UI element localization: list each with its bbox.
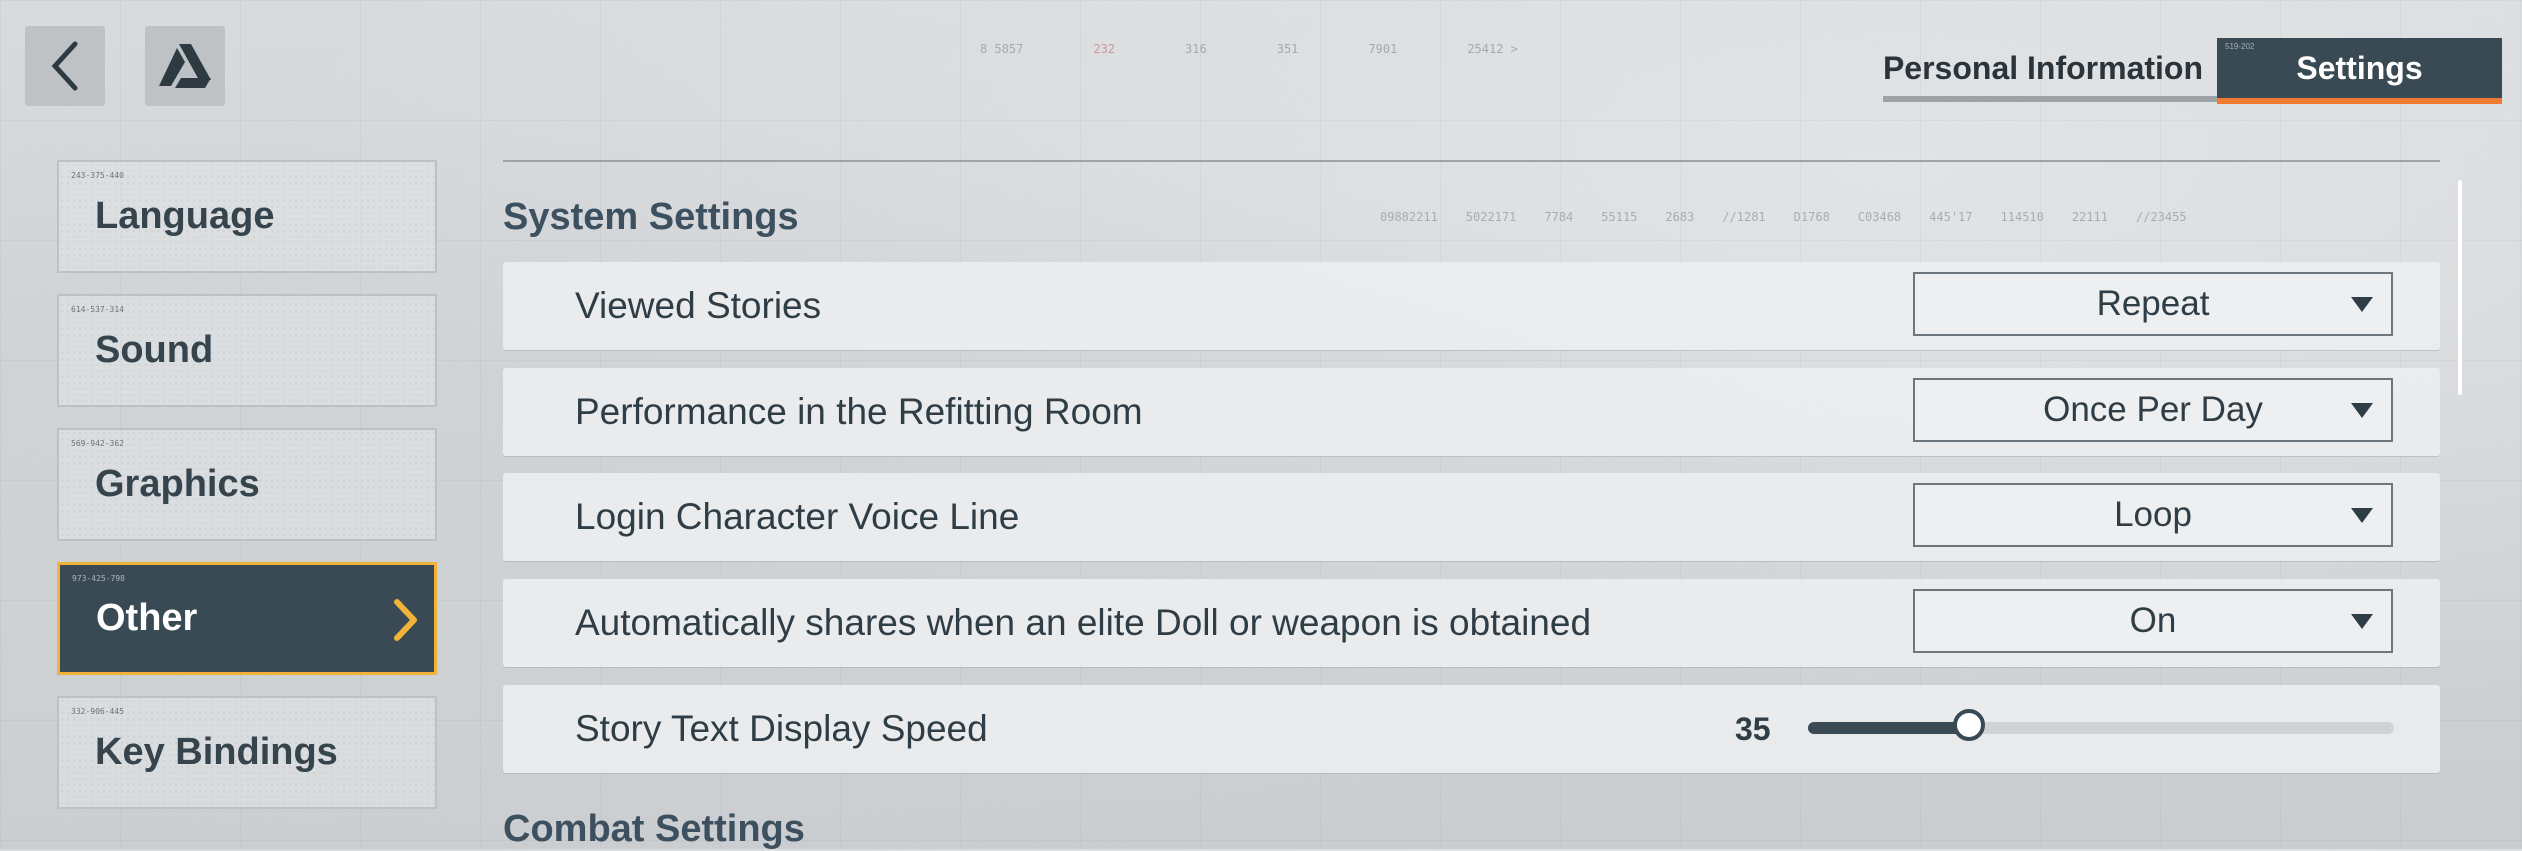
chevron-left-icon <box>51 41 78 91</box>
sidebar-item-label: Sound <box>95 329 214 371</box>
code-text: 55115 <box>1601 210 1638 224</box>
caret-down-icon <box>2351 508 2373 523</box>
tab-personal-information[interactable]: Personal Information <box>1882 40 2217 102</box>
setting-label: Performance in the Refitting Room <box>575 391 1143 432</box>
dropdown-value: Loop <box>2114 495 2192 534</box>
slider-fill <box>1808 722 1970 734</box>
sidebar-item-label: Graphics <box>95 463 260 505</box>
sidebar-item-language[interactable]: 243-375-440 Language <box>57 160 437 273</box>
code-text: D1768 <box>1793 210 1830 224</box>
top-tab-bar: Personal Information 519-202 Settings <box>1882 38 2502 104</box>
setting-label: Story Text Display Speed <box>575 708 988 749</box>
caret-down-icon <box>2351 614 2373 629</box>
setting-label: Viewed Stories <box>575 285 822 326</box>
section-title-system: System Settings <box>503 196 799 238</box>
code-text: 5022171 <box>1465 210 1517 224</box>
decorative-codes-mid: 09882211 5022171 7784 55115 2683 //1281 … <box>1380 210 2187 224</box>
sidebar-item-graphics[interactable]: 569-942-362 Graphics <box>57 428 437 541</box>
tab-settings-label: Settings <box>2296 49 2423 86</box>
triangle-logo-icon <box>159 44 211 88</box>
slider-value: 35 <box>1735 710 1771 747</box>
viewed-stories-dropdown[interactable]: Repeat <box>1913 272 2393 336</box>
setting-row-refitting-room: Performance in the Refitting Room Once P… <box>503 368 2440 456</box>
code-text: 7784 <box>1544 210 1574 224</box>
dropdown-value: Repeat <box>2096 284 2210 323</box>
tab-code: 519-202 <box>2225 42 2255 51</box>
section-title-combat: Combat Settings <box>503 808 805 850</box>
header-divider <box>503 160 2440 162</box>
login-voice-dropdown[interactable]: Loop <box>1913 483 2393 547</box>
sidebar-item-label: Language <box>95 195 275 237</box>
dropdown-value: On <box>2129 601 2177 640</box>
home-button[interactable] <box>145 26 225 106</box>
sidebar-item-other[interactable]: 973-425-798 Other <box>57 562 437 675</box>
refitting-room-dropdown[interactable]: Once Per Day <box>1913 378 2393 442</box>
code-text: 351 <box>1276 42 1299 56</box>
setting-label: Login Character Voice Line <box>575 496 1020 537</box>
sidebar-item-label: Key Bindings <box>95 731 338 773</box>
setting-row-text-speed: Story Text Display Speed 35 <box>503 685 2440 773</box>
setting-label: Automatically shares when an elite Doll … <box>575 602 1592 643</box>
auto-share-dropdown[interactable]: On <box>1913 589 2393 653</box>
code-text: 7901 <box>1368 42 1398 56</box>
code-text: C03468 <box>1857 210 1902 224</box>
setting-row-auto-share: Automatically shares when an elite Doll … <box>503 579 2440 667</box>
decorative-codes-top: 8 5857 232 316 351 7901 25412 > <box>980 42 1518 56</box>
code-text: 09882211 <box>1380 210 1438 224</box>
sidebar-item-sound[interactable]: 614-537-314 Sound <box>57 294 437 407</box>
sidebar-item-label: Other <box>96 597 198 639</box>
code-text: 8 5857 <box>980 42 1024 56</box>
code-text: 445'17 <box>1929 210 1973 224</box>
code-text: 2683 <box>1665 210 1695 224</box>
code-text: 25412 > <box>1467 42 1518 56</box>
slider-thumb[interactable] <box>1953 709 1986 741</box>
scrollbar[interactable] <box>2458 180 2462 395</box>
code-text: //1281 <box>1722 210 1766 224</box>
code-text: //23455 <box>2136 210 2187 224</box>
back-button[interactable] <box>25 26 105 106</box>
dropdown-value: Once Per Day <box>2043 390 2263 429</box>
tab-settings[interactable]: 519-202 Settings <box>2217 38 2502 104</box>
code-text: 22111 <box>2071 210 2108 224</box>
caret-down-icon <box>2351 403 2373 418</box>
setting-row-viewed-stories: Viewed Stories Repeat <box>503 262 2440 350</box>
code-text: 114510 <box>2000 210 2044 224</box>
text-speed-slider[interactable] <box>1808 709 2394 741</box>
chevron-right-icon <box>394 599 417 641</box>
code-text: 232 <box>1093 42 1116 56</box>
sidebar-item-key-bindings[interactable]: 332-906-445 Key Bindings <box>57 696 437 809</box>
code-text: 316 <box>1185 42 1207 56</box>
settings-sidebar: 243-375-440 Language 614-537-314 Sound 5… <box>57 160 437 830</box>
caret-down-icon <box>2351 297 2373 312</box>
setting-row-login-voice: Login Character Voice Line Loop <box>503 473 2440 561</box>
